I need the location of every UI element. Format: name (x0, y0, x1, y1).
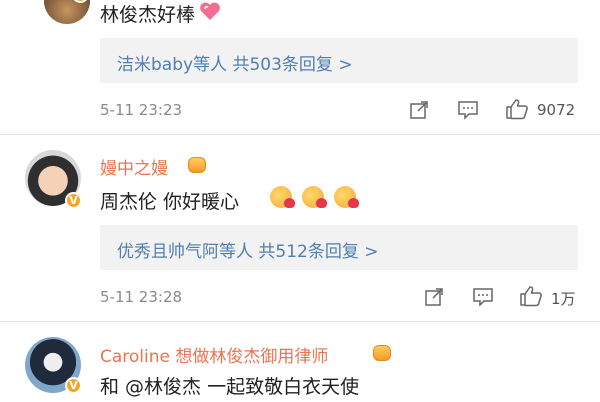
avatar[interactable]: V (44, 0, 90, 24)
avatar[interactable]: V (25, 337, 82, 394)
verified-badge-icon: V (65, 192, 82, 209)
reply-summary-box[interactable]: 优秀且帅气阿等人 共512条回复 > (100, 225, 578, 270)
comment-text: 林俊杰好棒 (100, 4, 196, 26)
username[interactable]: Caroline 想做林俊杰御用律师 (100, 342, 328, 367)
timestamp: 5-11 23:23 (100, 101, 183, 119)
reply-summary-box[interactable]: 洁米baby等人 共503条回复 > (100, 38, 578, 83)
reply-summary-link[interactable]: 优秀且帅气阿等人 共512条回复 > (117, 237, 379, 262)
like-count: 1万 (551, 290, 576, 308)
kiss-emoji-icon (270, 186, 295, 208)
member-crown-icon (373, 345, 391, 361)
username[interactable]: 嫚中之嫚 (100, 154, 168, 179)
divider (0, 321, 600, 322)
kiss-emoji-icon (334, 186, 359, 208)
thumbs-up-icon[interactable] (505, 98, 529, 120)
avatar[interactable]: V (25, 150, 82, 209)
member-crown-icon (188, 157, 206, 173)
reply-summary-link[interactable]: 洁米baby等人 共503条回复 > (117, 50, 353, 75)
comment-icon[interactable] (457, 100, 479, 120)
like-count: 9072 (537, 101, 576, 119)
share-icon[interactable] (409, 100, 429, 120)
comment-icon[interactable] (472, 287, 494, 307)
divider (0, 134, 600, 135)
verified-badge-icon: V (65, 377, 82, 394)
thumbs-up-icon[interactable] (519, 285, 543, 307)
comment-text: 和 @林俊杰 一起致敬白衣天使 (100, 376, 360, 398)
comment-text: 周杰伦 你好暖心 (100, 191, 240, 213)
pink-heart-icon (200, 2, 220, 20)
kiss-emoji-icon (302, 186, 327, 208)
timestamp: 5-11 23:28 (100, 288, 183, 306)
share-icon[interactable] (424, 287, 444, 307)
